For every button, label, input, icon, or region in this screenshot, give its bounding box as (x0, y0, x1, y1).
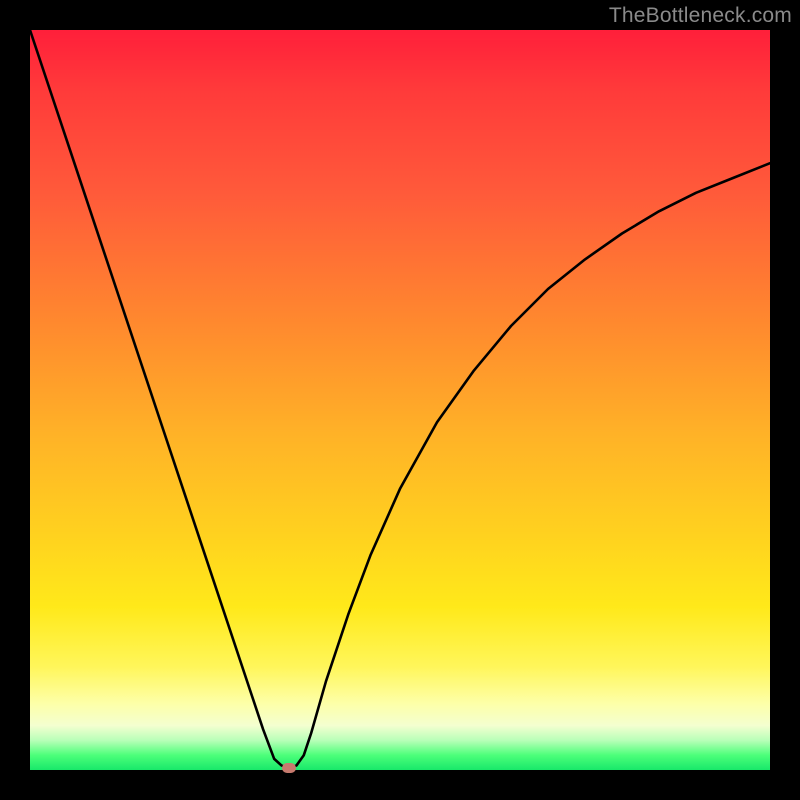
plot-area (30, 30, 770, 770)
bottleneck-curve (30, 30, 770, 770)
chart-frame: TheBottleneck.com (0, 0, 800, 800)
optimal-point-marker (282, 763, 296, 773)
watermark-text: TheBottleneck.com (609, 4, 792, 28)
